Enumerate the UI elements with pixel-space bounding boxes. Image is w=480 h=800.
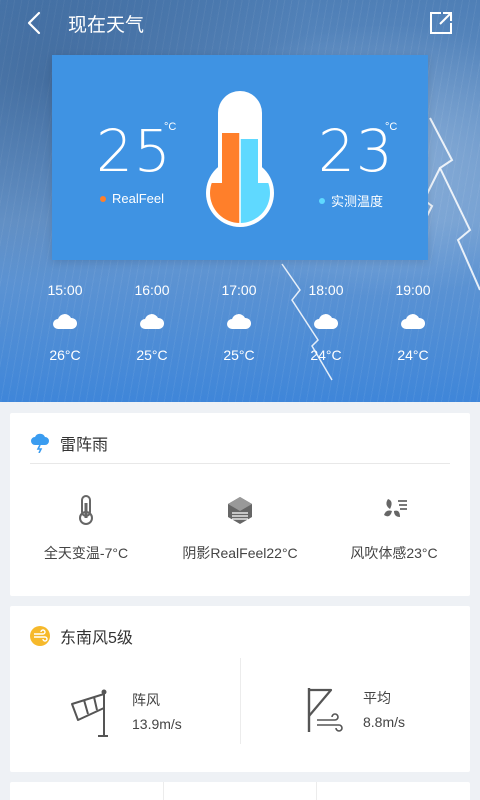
- thunderstorm-icon: [31, 433, 49, 453]
- next-card-partial: [10, 782, 470, 800]
- measured-dot: [319, 197, 325, 204]
- cloud-icon: [227, 314, 252, 329]
- thermometer-icon: [79, 495, 93, 525]
- stat-temperature-change: 全天变温-7°C: [11, 495, 161, 563]
- hour-time: 17:00: [221, 282, 257, 298]
- wind-badge-icon: [30, 626, 50, 646]
- wind-flag-icon: [307, 688, 343, 732]
- measured-unit: °C: [385, 121, 398, 133]
- stat-shade-realfeel: 阴影RealFeel22°C: [165, 495, 315, 563]
- cloud-icon: [140, 314, 165, 329]
- hourly-forecast: 15:00 26°C 16:00 25°C 17:00 25°C 18:00 2…: [0, 282, 480, 382]
- hour-time: 15:00: [47, 282, 83, 298]
- hour-temp: 25°C: [223, 347, 255, 363]
- hourly-item: 16:00 25°C: [117, 282, 187, 363]
- cloud-icon: [314, 314, 339, 329]
- hourly-item: 19:00 24°C: [378, 282, 448, 363]
- windsock-icon: [71, 689, 108, 737]
- hour-temp: 24°C: [397, 347, 429, 363]
- stat-label: 全天变温-7°C: [43, 545, 129, 561]
- hour-time: 19:00: [395, 282, 431, 298]
- measured-label: 实测温度: [319, 191, 383, 210]
- average-label: 平均: [363, 690, 391, 706]
- divider: [30, 463, 450, 464]
- average-value: 8.8m/s: [363, 714, 406, 730]
- stat-label: 风吹体感23°C: [350, 545, 438, 561]
- hour-time: 16:00: [134, 282, 170, 298]
- cloud-icon: [401, 314, 426, 329]
- hour-temp: 26°C: [49, 347, 81, 363]
- stat-wind-chill: 风吹体感23°C: [319, 495, 469, 563]
- measured-label-text: 实测温度: [331, 194, 384, 209]
- realfeel-label: RealFeel: [100, 191, 164, 206]
- top-bar: 现在天气: [0, 0, 480, 46]
- chevron-left-icon[interactable]: [22, 10, 48, 36]
- divider: [240, 658, 241, 744]
- cloud-icon: [53, 314, 78, 329]
- wind-title: 东南风5级: [30, 624, 133, 648]
- condition-title: 雷阵雨: [30, 431, 108, 455]
- realfeel-unit: °C: [164, 121, 177, 133]
- hourly-item: 15:00 26°C: [30, 282, 100, 363]
- hour-time: 18:00: [308, 282, 344, 298]
- wind-title-text: 东南风5级: [60, 630, 133, 647]
- condition-title-text: 雷阵雨: [60, 437, 109, 454]
- realfeel-label-text: RealFeel: [112, 191, 165, 206]
- hourly-item: 18:00 24°C: [291, 282, 361, 363]
- condition-card: 雷阵雨 全天变温-7°C 阴影RealFeel22°C 风吹体感23°C: [10, 413, 470, 596]
- stat-label: 阴影RealFeel22°C: [182, 545, 298, 561]
- realfeel-temperature: 25: [96, 117, 172, 185]
- hour-temp: 24°C: [310, 347, 342, 363]
- gust-value: 13.9m/s: [132, 716, 182, 732]
- wind-card: 东南风5级 阵风 13.9m/s 平均 8.8m/s: [10, 606, 470, 772]
- hourly-item: 17:00 25°C: [204, 282, 274, 363]
- share-external-icon[interactable]: [428, 10, 454, 36]
- wind-average: 平均 8.8m/s: [305, 686, 405, 734]
- gust-label: 阵风: [132, 692, 160, 708]
- measured-temperature: 23: [318, 117, 394, 185]
- wind-fan-icon: [384, 499, 407, 517]
- wind-gust: 阵风 13.9m/s: [68, 686, 182, 738]
- page-title: 现在天气: [68, 15, 145, 36]
- shade-cube-icon: [228, 497, 252, 524]
- realfeel-dot: [100, 195, 106, 202]
- hour-temp: 25°C: [136, 347, 168, 363]
- current-temperature-card: 25 °C RealFeel 23 °C 实测温度: [52, 55, 428, 260]
- divider: [316, 782, 317, 800]
- divider: [163, 782, 164, 800]
- thermometer-gauge-icon: [206, 91, 274, 227]
